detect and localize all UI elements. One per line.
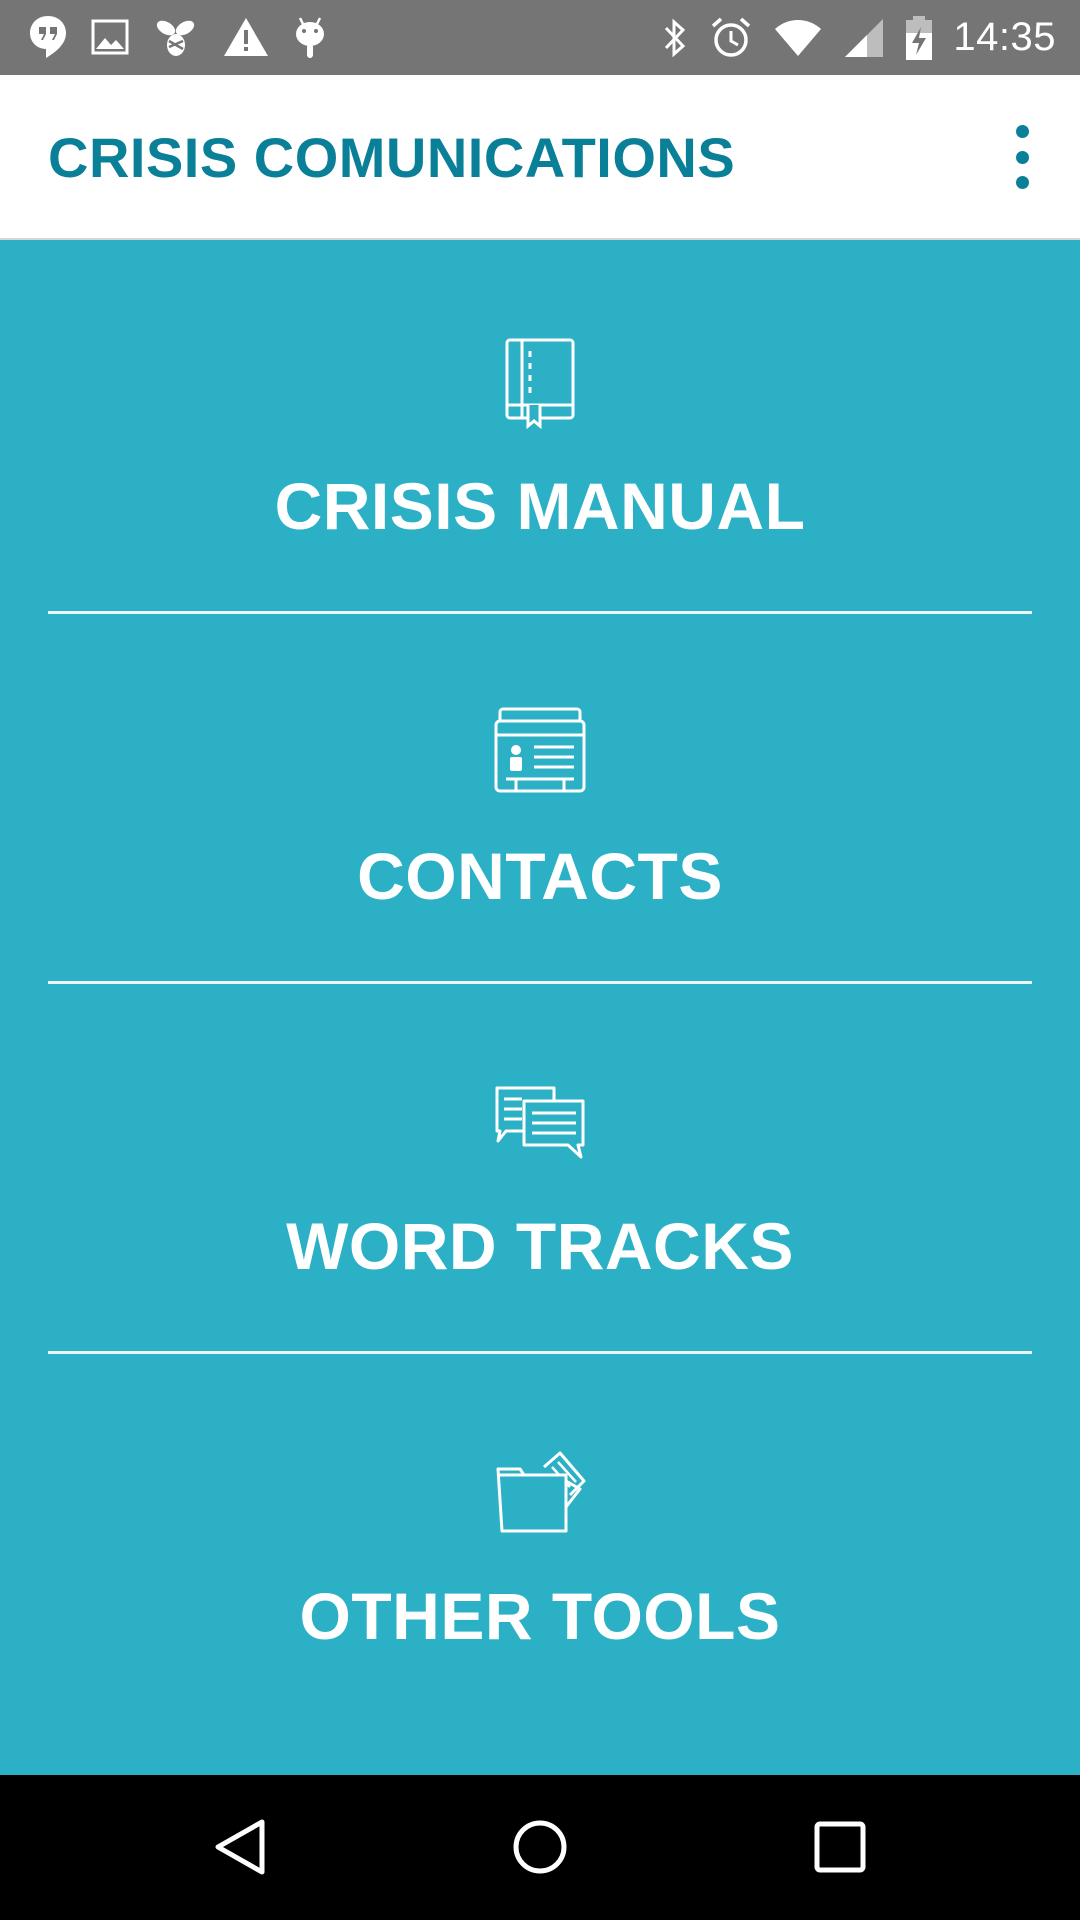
- icon-container: [0, 705, 1080, 800]
- app-title: CRISIS COMUNICATIONS: [48, 126, 736, 189]
- cell-signal-icon: [843, 17, 885, 59]
- alarm-icon: [709, 16, 753, 60]
- battery-charging-icon: [905, 15, 933, 61]
- notification-icons: [28, 12, 328, 62]
- menu-item-label: OTHER TOOLS: [299, 1579, 781, 1653]
- navigation-bar: [0, 1775, 1080, 1920]
- main-menu: CRISIS MANUAL CONTACTS WORD TRACKS OTHER…: [0, 240, 1080, 1775]
- icon-container: [0, 1445, 1080, 1540]
- home-button[interactable]: [490, 1797, 590, 1897]
- contact-card-icon: [494, 707, 586, 792]
- menu-item-other-tools[interactable]: OTHER TOOLS: [0, 1350, 1080, 1718]
- bluetooth-icon: [661, 16, 689, 60]
- back-button[interactable]: [190, 1797, 290, 1897]
- status-time: 14:35: [953, 15, 1056, 59]
- icon-container: [0, 335, 1080, 430]
- icon-container: [0, 1075, 1080, 1170]
- book-icon: [505, 338, 575, 429]
- app-bar: CRISIS COMUNICATIONS: [0, 75, 1080, 240]
- overflow-dot: [1015, 176, 1029, 189]
- folder-tools-icon: [496, 1451, 586, 1532]
- recents-icon: [814, 1821, 866, 1873]
- hangouts-icon: [28, 14, 68, 60]
- android-icon: [292, 14, 328, 60]
- menu-item-word-tracks[interactable]: WORD TRACKS: [0, 980, 1080, 1348]
- warning-icon: [222, 16, 270, 58]
- overflow-dot: [1015, 150, 1029, 164]
- menu-item-label: CONTACTS: [357, 839, 723, 913]
- image-icon: [90, 18, 130, 56]
- menu-item-contacts[interactable]: CONTACTS: [0, 610, 1080, 978]
- menu-item-crisis-manual[interactable]: CRISIS MANUAL: [0, 240, 1080, 608]
- menu-item-label: WORD TRACKS: [286, 1209, 794, 1283]
- menu-item-label: CRISIS MANUAL: [274, 469, 806, 543]
- chat-bubbles-icon: [495, 1086, 585, 1158]
- swarm-icon: [152, 16, 200, 58]
- status-bar: 14:35: [0, 0, 1080, 75]
- recents-button[interactable]: [790, 1797, 890, 1897]
- home-icon: [513, 1820, 567, 1874]
- wifi-icon: [773, 19, 823, 57]
- overflow-dot: [1015, 125, 1029, 138]
- more-vert-icon[interactable]: [1000, 125, 1044, 189]
- system-icons: 14:35: [661, 10, 1056, 65]
- back-icon: [215, 1819, 265, 1875]
